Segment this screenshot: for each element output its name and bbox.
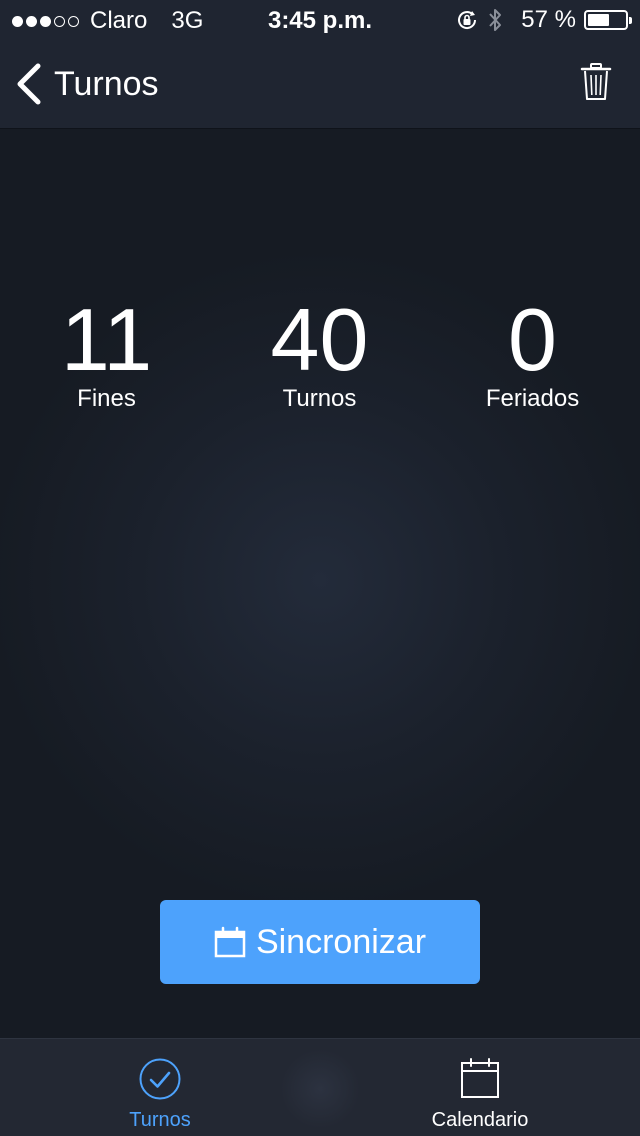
status-bar: Claro 3G 3:45 p.m. 57 % — [0, 0, 640, 40]
stat-feriados: 0 Feriados — [426, 290, 639, 414]
navigation-bar: Turnos — [0, 40, 640, 129]
bluetooth-icon — [489, 9, 502, 31]
tab-label: Calendario — [431, 1109, 529, 1131]
rotation-lock-icon — [458, 11, 477, 29]
back-button-label: Turnos — [54, 64, 159, 103]
stat-fines: 11 Fines — [0, 290, 213, 414]
tab-label: Turnos — [129, 1109, 191, 1131]
stat-value: 11 — [60, 290, 153, 389]
stat-label: Feriados — [485, 385, 580, 412]
tab-turnos[interactable]: Turnos — [60, 1039, 260, 1136]
status-right: 57 % — [455, 6, 632, 34]
tab-bar: Turnos Calendario — [0, 1038, 640, 1136]
sync-button[interactable]: Sincronizar — [160, 900, 480, 984]
tab-bar-glow — [280, 1049, 360, 1129]
delete-button[interactable] — [580, 62, 612, 102]
battery-icon — [584, 10, 632, 30]
stat-label: Fines — [77, 385, 136, 412]
app-screen: Claro 3G 3:45 p.m. 57 % Turnos 11 Fines … — [0, 0, 640, 1136]
tab-calendario[interactable]: Calendario — [380, 1039, 580, 1136]
battery-percent: 57 % — [521, 6, 576, 33]
stat-value: 0 — [508, 290, 557, 389]
stat-value: 40 — [270, 290, 369, 389]
chevron-left-icon — [17, 63, 41, 105]
stat-turnos: 40 Turnos — [213, 290, 426, 414]
sync-button-label: Sincronizar — [255, 922, 427, 961]
checkmark-circle-icon — [139, 1058, 181, 1100]
trash-icon — [580, 63, 612, 100]
calendar-icon — [461, 1058, 499, 1098]
stat-label: Turnos — [282, 385, 357, 412]
calendar-icon — [214, 926, 246, 958]
battery-level-fill — [588, 14, 609, 26]
back-button[interactable]: Turnos — [14, 60, 159, 108]
stats-summary: 11 Fines 40 Turnos 0 Feriados — [0, 290, 640, 420]
